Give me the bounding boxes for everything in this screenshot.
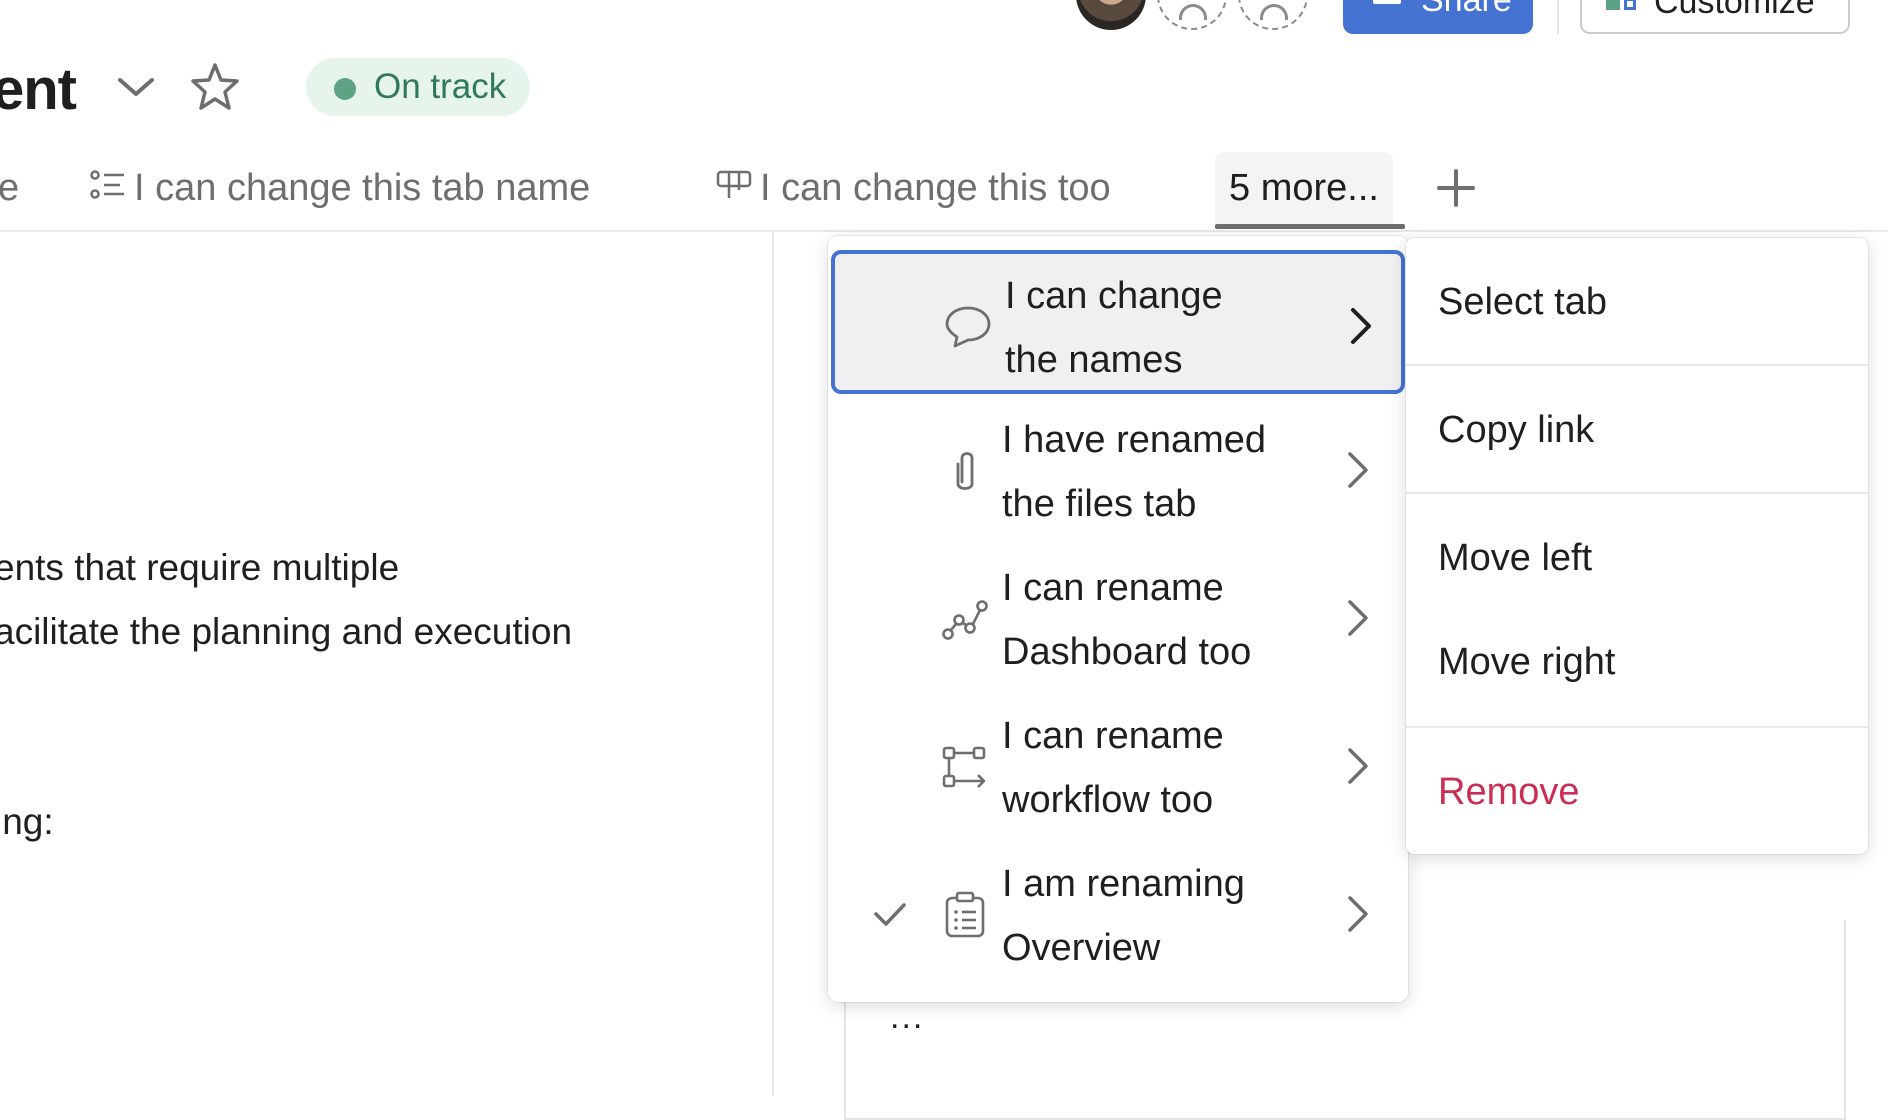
empty-member-avatar[interactable] [1238, 0, 1308, 30]
more-ellipsis[interactable]: ... [890, 998, 924, 1037]
remove-item[interactable]: Remove [1438, 768, 1580, 816]
active-tab-indicator [1215, 224, 1405, 229]
clipboard-icon [940, 890, 990, 940]
project-title[interactable]: ent [0, 58, 77, 122]
menu-item-label: the names [1005, 339, 1183, 381]
status-text: On track [374, 67, 507, 106]
column-divider [772, 232, 774, 1096]
move-right-item[interactable]: Move right [1438, 638, 1615, 686]
description-text: ents that require multiple [0, 547, 400, 588]
chevron-right-icon [1342, 598, 1372, 638]
dashboard-icon [940, 594, 990, 644]
empty-member-avatar[interactable] [1157, 0, 1227, 30]
tab-more[interactable]: 5 more... [1215, 152, 1393, 224]
select-tab-item[interactable]: Select tab [1438, 278, 1607, 326]
tab-overview[interactable]: e [0, 160, 19, 216]
menu-item-label: Dashboard too [1002, 631, 1252, 673]
chevron-right-icon [1342, 746, 1372, 786]
menu-separator [1406, 492, 1868, 494]
menu-item-workflow[interactable]: I can rename workflow too [832, 694, 1404, 838]
more-tabs-menu: I can change the names I have renamed the … [828, 236, 1408, 1002]
move-left-item[interactable]: Move left [1438, 534, 1592, 582]
copy-link-item[interactable]: Copy link [1438, 406, 1594, 454]
menu-item-label: I can rename [1002, 715, 1224, 757]
status-dot-icon [334, 78, 356, 100]
star-icon[interactable] [190, 62, 240, 110]
tab-list[interactable]: I can change this tab name [90, 160, 590, 218]
tab-label: I can change this tab name [134, 167, 591, 209]
menu-item-label: the files tab [1002, 483, 1197, 525]
tab-label: 5 more... [1229, 167, 1379, 209]
chevron-right-icon [1345, 306, 1375, 346]
customize-icon [1606, 0, 1620, 10]
share-button[interactable]: Share [1343, 0, 1533, 34]
add-tab-plus-icon[interactable] [1436, 168, 1476, 208]
menu-item-label: I am renaming [1002, 863, 1245, 905]
tabs-border [0, 230, 1888, 232]
description-text: ing: [0, 801, 54, 842]
status-badge[interactable]: On track [306, 58, 531, 116]
tab-label: e [0, 167, 20, 209]
customize-button[interactable]: Customize [1580, 0, 1850, 34]
tab-board[interactable]: I can change this too [716, 160, 1111, 218]
divider [1557, 0, 1559, 34]
chevron-right-icon [1342, 894, 1372, 934]
message-icon [943, 302, 993, 352]
menu-item-label: I have renamed [1002, 419, 1267, 461]
workflow-icon [940, 742, 990, 792]
customize-label: Customize [1654, 0, 1815, 21]
chevron-right-icon [1342, 450, 1372, 490]
lock-icon [1373, 0, 1401, 4]
list-icon [90, 162, 126, 218]
checkmark-icon [872, 900, 908, 930]
tab-label: I can change this too [760, 167, 1111, 209]
menu-item-files[interactable]: I have renamed the files tab [832, 398, 1404, 542]
description-text: acilitate the planning and execution [0, 611, 573, 652]
board-icon [716, 162, 752, 218]
user-avatar[interactable] [1076, 0, 1146, 30]
share-label: Share [1421, 0, 1512, 19]
menu-separator [1406, 364, 1868, 366]
project-options-chevron-down-icon[interactable] [116, 70, 156, 104]
menu-item-messages[interactable]: I can change the names [831, 250, 1405, 394]
paperclip-icon [940, 446, 990, 496]
menu-separator [1406, 726, 1868, 728]
menu-item-label: I can rename [1002, 567, 1224, 609]
menu-item-label: I can change [1005, 275, 1223, 317]
tab-context-menu: Select tab Copy link Move left Move righ… [1406, 238, 1868, 854]
menu-item-dashboard[interactable]: I can rename Dashboard too [832, 546, 1404, 690]
menu-item-label: Overview [1002, 927, 1161, 969]
menu-item-overview[interactable]: I am renaming Overview [832, 842, 1404, 986]
menu-item-label: workflow too [1002, 779, 1214, 821]
